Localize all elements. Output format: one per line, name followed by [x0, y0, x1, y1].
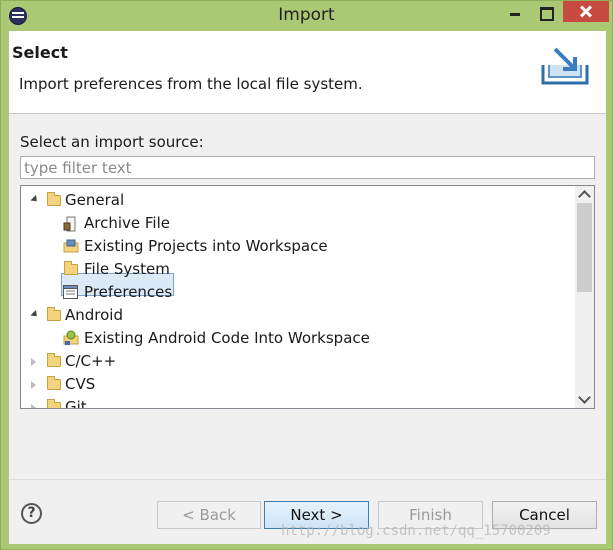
archive-file-icon	[63, 216, 76, 232]
tree-scrollbar[interactable]	[575, 186, 594, 408]
folder-icon	[64, 261, 78, 275]
import-source-tree[interactable]: General Archive File Existing Projects i…	[20, 185, 595, 409]
scroll-thumb[interactable]	[577, 203, 592, 292]
title-bar[interactable]: Import	[1, 1, 612, 31]
preferences-icon	[63, 285, 78, 299]
folder-icon	[47, 307, 61, 321]
help-icon[interactable]: ?	[21, 503, 42, 524]
import-wizard-icon	[541, 47, 589, 85]
collapse-arrow-icon[interactable]	[30, 194, 40, 205]
maximize-button[interactable]	[532, 1, 560, 25]
tree-item-label: Git	[65, 398, 87, 409]
tree-item-label: Archive File	[84, 214, 170, 232]
tree-item-label: Android	[65, 306, 123, 324]
import-dialog: Import Select Import preferences from th…	[0, 0, 613, 550]
watermark: http://blog.csdn.net/qq_15700209	[281, 523, 551, 539]
wizard-page-description: Import preferences from the local file s…	[19, 75, 363, 93]
minimize-button[interactable]	[501, 1, 529, 25]
wizard-content: Select an import source: General Archive…	[9, 114, 606, 479]
expand-arrow-icon[interactable]	[31, 404, 36, 408]
wizard-header: Select Import preferences from the local…	[9, 31, 606, 114]
tree-item-label: Existing Projects into Workspace	[84, 237, 328, 255]
scroll-down-icon[interactable]	[575, 391, 594, 408]
expand-arrow-icon[interactable]	[31, 381, 36, 389]
folder-icon	[47, 376, 61, 390]
scroll-up-icon[interactable]	[575, 186, 594, 203]
filter-input[interactable]	[20, 156, 595, 179]
tree-item-label: General	[65, 191, 125, 209]
collapse-arrow-icon[interactable]	[30, 309, 40, 320]
tree-item-label: File System	[84, 260, 170, 278]
wizard-footer: ? < Back Next > Finish Cancel http://blo…	[9, 479, 606, 544]
close-button[interactable]	[563, 1, 609, 22]
back-button[interactable]: < Back	[157, 501, 261, 529]
folder-icon	[47, 353, 61, 367]
android-import-icon	[63, 330, 79, 345]
import-source-label: Select an import source:	[20, 133, 204, 151]
tree-item-label: Preferences	[84, 283, 173, 301]
tree-item-label: CVS	[65, 375, 96, 393]
folder-icon	[47, 192, 61, 206]
tree-item-label: Existing Android Code Into Workspace	[84, 329, 370, 347]
folder-icon	[47, 399, 61, 408]
projects-folder-icon	[63, 239, 79, 253]
wizard-page-title: Select	[12, 43, 68, 62]
tree-item-label: C/C++	[65, 352, 117, 370]
expand-arrow-icon[interactable]	[31, 358, 36, 366]
